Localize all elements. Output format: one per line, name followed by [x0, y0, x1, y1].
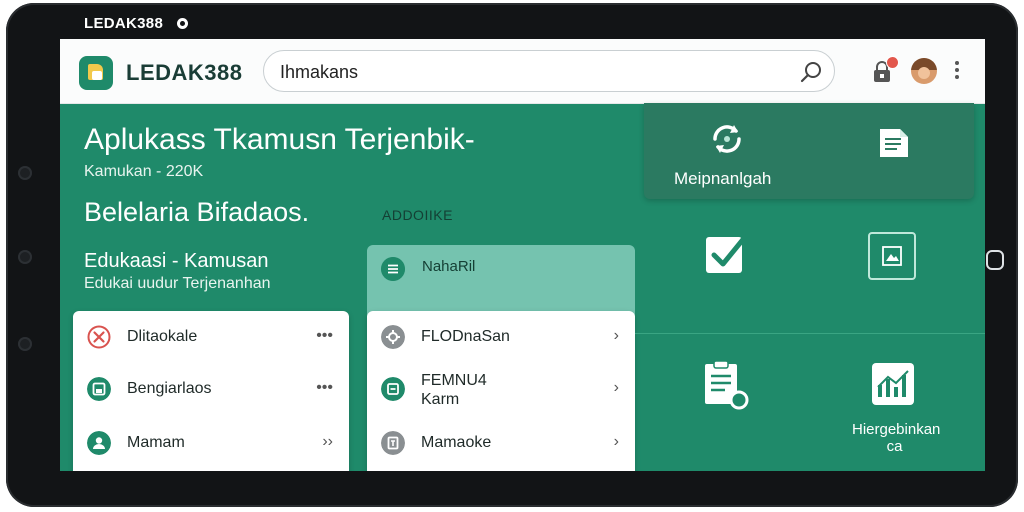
- list-item[interactable]: FEMNU4 Karm ›: [367, 367, 635, 411]
- section-label: ADDOIIKE: [382, 207, 453, 223]
- list-icon: [381, 257, 405, 281]
- save-icon: [87, 377, 111, 401]
- tab-label: NahaRil: [422, 258, 476, 275]
- side-button[interactable]: [986, 250, 1004, 270]
- close-icon: [87, 325, 111, 349]
- app-logo-icon: [79, 56, 113, 90]
- document-icon[interactable]: [876, 123, 912, 159]
- list-item-label-line2: Karm: [421, 391, 460, 408]
- list-item-label: Mamam: [127, 434, 185, 451]
- list-item[interactable]: FLODnaSan ›: [367, 315, 635, 359]
- list-item[interactable]: Dlitaokale •••: [73, 315, 349, 359]
- list-item-label-line1: FEMNU4: [421, 372, 487, 389]
- section-title: Belelaria Bifadaos.: [84, 197, 310, 227]
- chart-icon[interactable]: [870, 361, 918, 409]
- image-frame-icon[interactable]: [868, 232, 916, 280]
- kebab-menu-icon[interactable]: [955, 61, 961, 83]
- list-item[interactable]: Bengiarlaos •••: [73, 367, 349, 411]
- app-screen: LEDAK388 Aplukass Tkamusn Terjenbik- Kam…: [60, 39, 985, 471]
- tile-label-line1: Hiergebinkan: [852, 421, 941, 438]
- camera-dot: [18, 250, 32, 264]
- more-icon[interactable]: •••: [316, 327, 333, 345]
- brand-name: LEDAK388: [126, 60, 243, 85]
- checkbox-checked-icon[interactable]: [702, 231, 750, 279]
- list-item[interactable]: Mamam ››: [73, 421, 349, 465]
- avatar[interactable]: [911, 58, 937, 84]
- chevron-right-icon[interactable]: ›: [614, 327, 619, 345]
- notification-badge: [886, 56, 899, 69]
- camera-dot: [18, 166, 32, 180]
- search-icon[interactable]: [800, 60, 824, 84]
- tile-label: Hiergebinkan ca: [852, 421, 941, 455]
- list-item-label: Mamaoke: [421, 434, 492, 451]
- feature-panel: Meipnanlgah: [644, 103, 974, 199]
- card-icon: [381, 377, 405, 401]
- middle-list-card: FLODnaSan › FEMNU4 Karm › Mamaoke ›: [367, 311, 635, 471]
- search-bar[interactable]: [263, 50, 835, 92]
- status-bar: LEDAK388: [84, 15, 189, 32]
- calculator-icon: [381, 431, 405, 455]
- tile-label: Meipnanlgah: [674, 169, 772, 188]
- tile-label-line2: ca: [886, 438, 903, 455]
- edukasi-title: Edukaasi - Kamusan: [84, 250, 269, 272]
- status-title: LEDAK388: [84, 15, 164, 32]
- status-indicator-icon: [177, 18, 189, 29]
- divider: [635, 333, 985, 334]
- tablet-frame: LEDAK388 LEDAK388 Aplukass Tkamusn Terje…: [6, 3, 1018, 507]
- edukasi-subtitle: Edukai uudur Terjenanhan: [84, 275, 271, 292]
- hero-subtitle: Kamukan - 220K: [84, 163, 204, 180]
- app-bar: LEDAK388: [60, 39, 985, 104]
- report-icon[interactable]: [703, 360, 751, 412]
- hero-title: Aplukass Tkamusn Terjenbik-: [84, 123, 475, 156]
- camera-dot: [18, 337, 32, 351]
- list-item-label: Dlitaokale: [127, 328, 198, 345]
- left-list-card: Dlitaokale ••• Bengiarlaos ••• Mamam ››: [73, 311, 349, 471]
- more-icon[interactable]: •••: [316, 379, 333, 397]
- chevron-right-icon[interactable]: ›: [614, 433, 619, 451]
- gear-icon: [381, 325, 405, 349]
- list-item-label: FLODnaSan: [421, 328, 510, 345]
- sync-icon[interactable]: [707, 121, 747, 157]
- chevron-right-icon[interactable]: ››: [322, 433, 333, 451]
- search-input[interactable]: [278, 60, 782, 84]
- user-icon: [87, 431, 111, 455]
- list-item-label: Bengiarlaos: [127, 380, 212, 397]
- chevron-right-icon[interactable]: ›: [614, 379, 619, 397]
- list-item[interactable]: Mamaoke ›: [367, 421, 635, 465]
- list-item-label: FEMNU4 Karm: [421, 371, 487, 409]
